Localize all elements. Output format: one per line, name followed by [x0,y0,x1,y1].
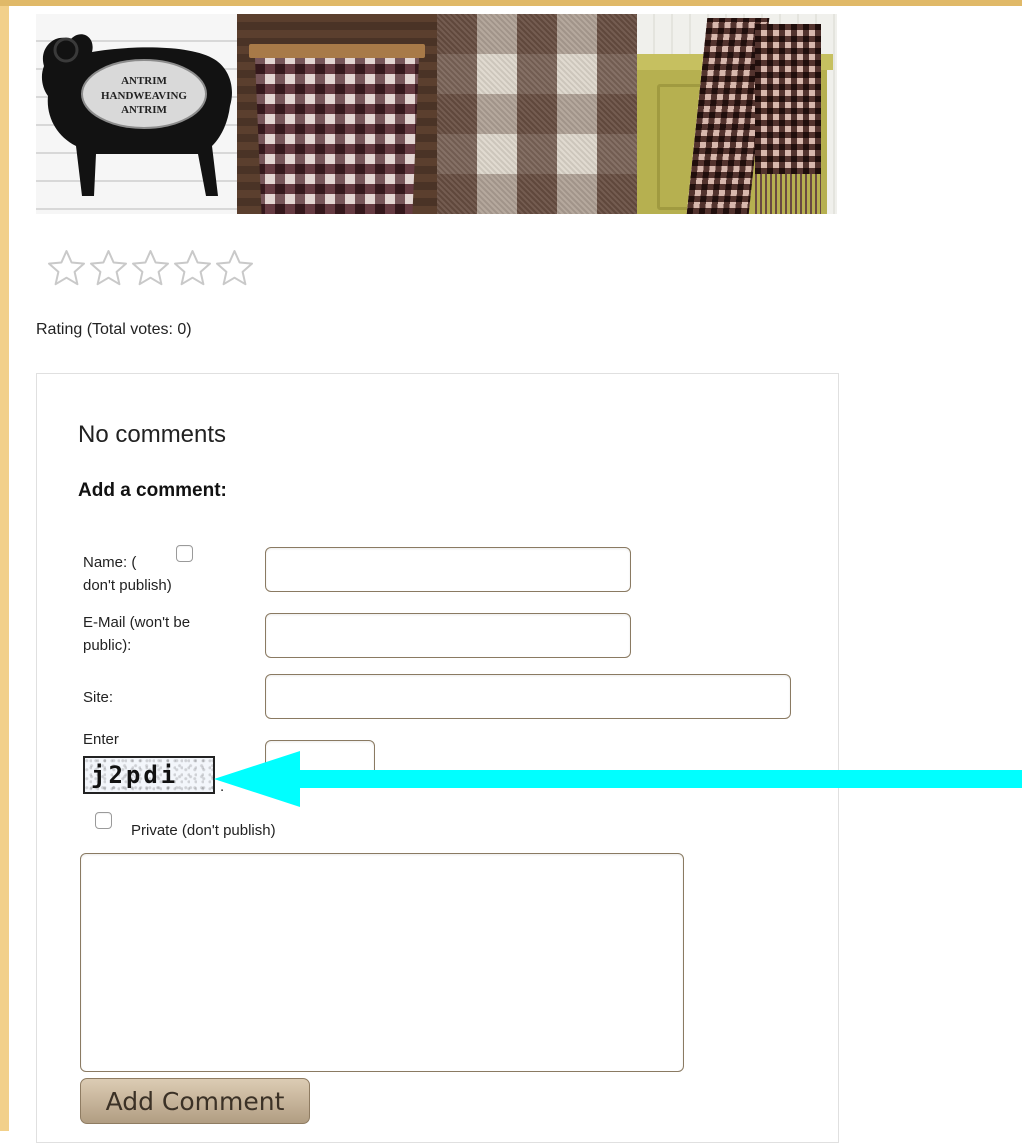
captcha-image: j2pdi [83,756,215,794]
sheep-sign-icon: ANTRIM HANDWEAVING ANTRIM [41,34,232,196]
banner-image: ANTRIM HANDWEAVING ANTRIM [36,14,837,214]
email-field[interactable] [265,613,631,658]
page-frame-top [0,0,1022,6]
email-label-cont: public): [83,637,132,654]
star-outline-icon[interactable] [130,249,171,287]
site-label: Site: [83,689,114,706]
comment-textarea[interactable] [80,853,684,1072]
star-outline-icon[interactable] [172,249,213,287]
comments-status: No comments [78,421,227,448]
email-label: E-Mail (won't be [83,614,191,631]
svg-text:ANTRIM: ANTRIM [121,75,167,87]
add-comment-button[interactable]: Add Comment [80,1078,310,1124]
svg-text:ANTRIM: ANTRIM [121,104,167,116]
private-label: Private (don't publish) [131,822,276,839]
star-rating [46,249,255,287]
name-dont-publish-checkbox[interactable] [176,545,193,562]
star-outline-icon[interactable] [88,249,129,287]
star-outline-icon[interactable] [214,249,255,287]
svg-text:HANDWEAVING: HANDWEAVING [101,90,187,102]
arrow-left-icon [214,751,1022,807]
captcha-label: Enter [83,731,119,748]
add-comment-heading: Add a comment: [78,480,227,501]
page-frame-left [0,0,9,1131]
name-label-cont: don't publish) [83,577,172,594]
banner-panel-check-fabric [437,14,637,214]
star-outline-icon[interactable] [46,249,87,287]
name-field[interactable] [265,547,631,592]
site-field[interactable] [265,674,791,719]
private-checkbox[interactable] [95,812,112,829]
banner-panel-sign: ANTRIM HANDWEAVING ANTRIM [36,14,237,214]
banner-panel-scarf [637,14,837,214]
name-label: Name: ( [83,554,137,571]
banner-panel-loom [237,14,437,214]
rating-label: Rating (Total votes: 0) [36,321,192,338]
